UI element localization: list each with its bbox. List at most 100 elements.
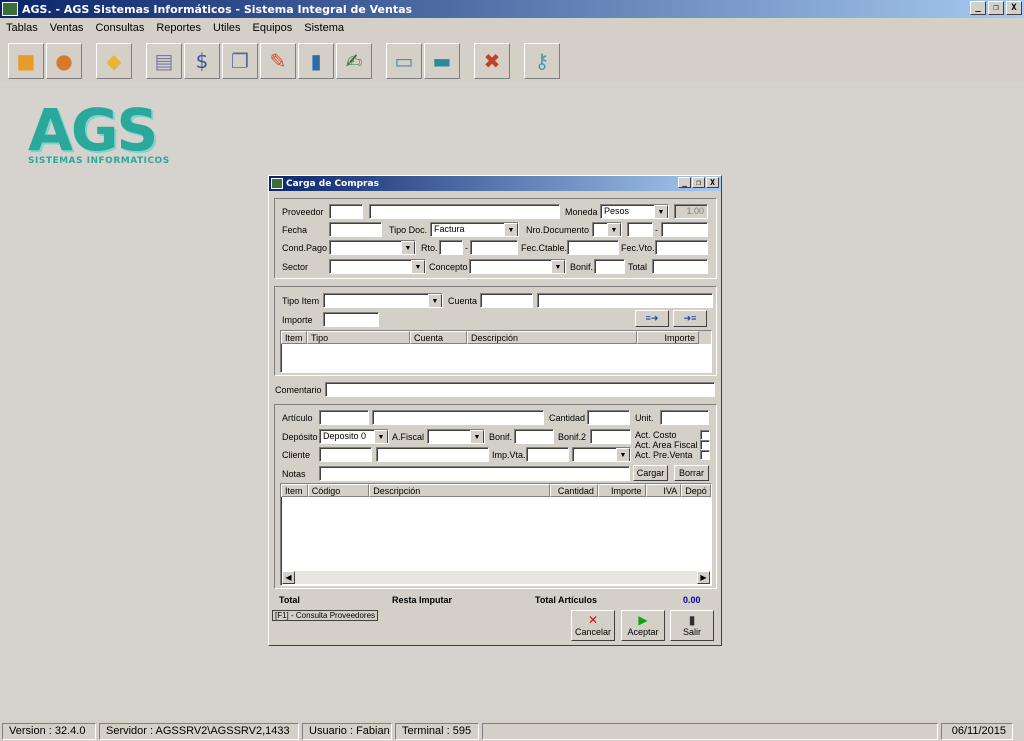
imp-vta-select[interactable] xyxy=(572,447,631,462)
fec-ctable-input[interactable] xyxy=(567,240,619,255)
cancel-x-icon: ✕ xyxy=(587,613,599,627)
moneda-select[interactable]: Pesos xyxy=(600,204,669,219)
status-terminal: Terminal : 595 xyxy=(395,722,479,740)
header-total-input[interactable] xyxy=(652,259,708,274)
aceptar-button[interactable]: ▶ Aceptar xyxy=(621,610,665,641)
comentario-input[interactable] xyxy=(325,382,715,397)
articulos-col-importe[interactable]: Importe xyxy=(597,484,646,497)
cuenta-description-input[interactable] xyxy=(537,293,713,308)
cliente-code-input[interactable] xyxy=(319,447,372,462)
articulos-col-deposito[interactable]: Depó xyxy=(681,484,711,497)
close-button[interactable]: X xyxy=(1006,1,1022,15)
price-tag-icon[interactable]: $ xyxy=(184,43,220,79)
tipo-item-select[interactable] xyxy=(323,293,443,308)
fec-vto-input[interactable] xyxy=(655,240,708,255)
proveedor-name-input[interactable] xyxy=(369,204,560,219)
fecha-input[interactable] xyxy=(329,222,382,237)
cuenta-code-input[interactable] xyxy=(480,293,533,308)
play-icon: ▶ xyxy=(638,613,648,627)
edit-document-icon[interactable]: ✍ xyxy=(336,43,372,79)
aceptar-label: Aceptar xyxy=(627,627,659,637)
dialog-title: Carga de Compras xyxy=(286,178,379,189)
articulo-description-input[interactable] xyxy=(372,410,544,425)
menu-tablas[interactable]: Tablas xyxy=(0,22,44,34)
nro-documento-punto-input[interactable] xyxy=(627,222,653,237)
unit-label: Unit. xyxy=(635,413,654,423)
cliente-name-input[interactable] xyxy=(376,447,489,462)
key-icon[interactable]: ⚷ xyxy=(524,43,560,79)
borrar-button[interactable]: Borrar xyxy=(674,465,709,481)
cantidad-input[interactable] xyxy=(587,410,630,425)
menu-equipos[interactable]: Equipos xyxy=(247,22,299,34)
items-col-cuenta[interactable]: Cuenta xyxy=(410,331,467,344)
tipo-doc-select[interactable]: Factura xyxy=(430,222,519,237)
items-importe-input[interactable] xyxy=(323,312,379,327)
imp-vta-input[interactable] xyxy=(526,447,569,462)
articulos-horizontal-scrollbar[interactable]: ◀ ▶ xyxy=(282,571,710,584)
box-add-icon[interactable]: ■ xyxy=(8,43,44,79)
header-bonif-input[interactable] xyxy=(594,259,625,274)
pencil-icon[interactable]: ✎ xyxy=(260,43,296,79)
menu-reportes[interactable]: Reportes xyxy=(150,22,207,34)
articulos-col-item[interactable]: Item xyxy=(281,484,308,497)
deposito-select[interactable]: Deposito 0 xyxy=(319,429,389,444)
rto-numero-input[interactable] xyxy=(470,240,518,255)
carga-compras-dialog: Carga de Compras _ ❐ X Proveedor Moneda … xyxy=(268,175,722,646)
book-icon[interactable]: ▮ xyxy=(298,43,334,79)
unit-input[interactable] xyxy=(660,410,709,425)
act-area-fiscal-label: Act. Area Fiscal xyxy=(635,440,698,450)
items-col-tipo[interactable]: Tipo xyxy=(307,331,410,344)
act-costo-checkbox[interactable] xyxy=(700,430,710,440)
cond-pago-select[interactable] xyxy=(329,240,416,255)
restore-button[interactable]: ❐ xyxy=(988,1,1004,15)
articulo-label: Artículo xyxy=(282,413,313,423)
bonif2-input[interactable] xyxy=(590,429,631,444)
dialog-minimize-button[interactable]: _ xyxy=(678,177,691,188)
items-col-descripcion[interactable]: Descripción xyxy=(467,331,637,344)
add-item-button[interactable]: ≡➜ xyxy=(635,310,669,327)
nro-documento-letra-select[interactable] xyxy=(592,222,622,237)
remove-item-button[interactable]: ➜≡ xyxy=(673,310,707,327)
articulos-col-iva[interactable]: IVA xyxy=(645,484,682,497)
act-pre-venta-label: Act. Pre.Venta xyxy=(635,450,693,460)
nro-documento-numero-input[interactable] xyxy=(661,222,708,237)
cancelar-button[interactable]: ✕ Cancelar xyxy=(571,610,615,641)
cargar-button[interactable]: Cargar xyxy=(633,465,668,481)
articulos-col-codigo[interactable]: Código xyxy=(307,484,370,497)
articulos-col-descripcion[interactable]: Descripción xyxy=(369,484,551,497)
articulos-grid[interactable]: Item Código Descripción Cantidad Importe… xyxy=(280,483,712,586)
articulo-bonif-input[interactable] xyxy=(514,429,554,444)
concepto-select[interactable] xyxy=(469,259,566,274)
salir-button[interactable]: ▮ Salir xyxy=(670,610,714,641)
articulo-code-input[interactable] xyxy=(319,410,369,425)
menu-sistema[interactable]: Sistema xyxy=(298,22,350,34)
app-icon xyxy=(2,2,18,16)
dialog-maximize-button[interactable]: ❐ xyxy=(692,177,705,188)
truck-icon[interactable]: ▬ xyxy=(424,43,460,79)
items-col-importe[interactable]: Importe xyxy=(637,331,699,344)
menu-utiles[interactable]: Utiles xyxy=(207,22,247,34)
users-icon[interactable]: ● xyxy=(46,43,82,79)
scroll-left-icon[interactable]: ◀ xyxy=(282,571,295,584)
act-pre-venta-checkbox[interactable] xyxy=(700,450,710,460)
minimize-button[interactable]: _ xyxy=(970,1,986,15)
notas-input[interactable] xyxy=(319,466,630,481)
act-area-fiscal-checkbox[interactable] xyxy=(700,440,710,450)
dialog-close-button[interactable]: X xyxy=(706,177,719,188)
rto-punto-input[interactable] xyxy=(439,240,463,255)
menu-ventas[interactable]: Ventas xyxy=(44,22,90,34)
sector-select[interactable] xyxy=(329,259,426,274)
proveedor-code-input[interactable] xyxy=(329,204,363,219)
items-col-item[interactable]: Item xyxy=(281,331,307,344)
menu-consultas[interactable]: Consultas xyxy=(89,22,150,34)
tools-icon[interactable]: ✖ xyxy=(474,43,510,79)
cash-register-icon[interactable]: ▤ xyxy=(146,43,182,79)
package-icon[interactable]: ◆ xyxy=(96,43,132,79)
status-date: 06/11/2015 xyxy=(941,722,1013,740)
folder-transfer-icon[interactable]: ▭ xyxy=(386,43,422,79)
items-grid[interactable]: Item Tipo Cuenta Descripción Importe xyxy=(280,330,712,373)
windows-icon[interactable]: ❐ xyxy=(222,43,258,79)
scroll-right-icon[interactable]: ▶ xyxy=(697,571,710,584)
articulos-col-cantidad[interactable]: Cantidad xyxy=(550,484,598,497)
afiscal-select[interactable] xyxy=(427,429,485,444)
